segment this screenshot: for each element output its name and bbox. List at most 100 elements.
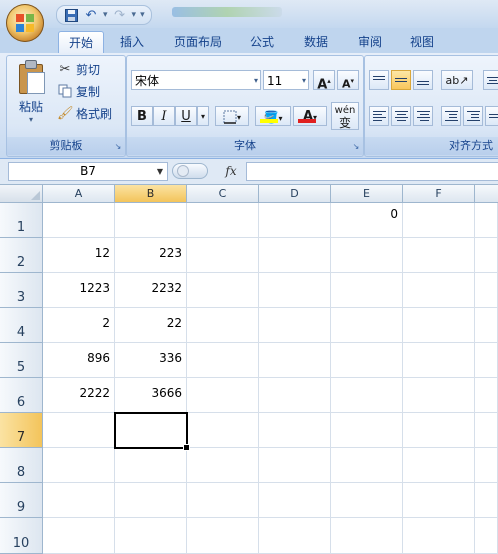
cell-d2[interactable] [259, 238, 331, 273]
cell-g2[interactable] [475, 238, 498, 273]
cell-a3[interactable]: 1223 [43, 273, 115, 308]
cell-f10[interactable] [403, 518, 475, 554]
column-header-e[interactable]: E [331, 185, 403, 203]
formula-cancel-button[interactable] [172, 163, 208, 179]
cell-c10[interactable] [187, 518, 259, 554]
save-icon[interactable] [63, 7, 79, 23]
cell-d5[interactable] [259, 343, 331, 378]
cell-c5[interactable] [187, 343, 259, 378]
cell-a5[interactable]: 896 [43, 343, 115, 378]
cell-d1[interactable] [259, 203, 331, 238]
cell-e8[interactable] [331, 448, 403, 483]
cell-e7[interactable] [331, 413, 403, 448]
cell-f8[interactable] [403, 448, 475, 483]
undo-icon[interactable]: ↶ [83, 7, 99, 23]
cell-b10[interactable] [115, 518, 187, 554]
redo-dropdown-icon[interactable]: ▾ [132, 10, 137, 20]
underline-button[interactable]: U [175, 106, 197, 126]
merge-center-button[interactable] [485, 106, 498, 126]
formula-input[interactable] [246, 162, 498, 181]
cell-g3[interactable] [475, 273, 498, 308]
column-header-c[interactable]: C [187, 185, 259, 203]
cell-c9[interactable] [187, 483, 259, 518]
cell-c8[interactable] [187, 448, 259, 483]
format-painter-button[interactable]: 🖌 格式刷 [57, 104, 112, 124]
cell-g4[interactable] [475, 308, 498, 343]
tab-data[interactable]: 数据 [296, 31, 336, 53]
cell-c1[interactable] [187, 203, 259, 238]
undo-dropdown-icon[interactable]: ▾ [103, 10, 108, 20]
cell-c7[interactable] [187, 413, 259, 448]
column-header-d[interactable]: D [259, 185, 331, 203]
cell-c6[interactable] [187, 378, 259, 413]
cell-a9[interactable] [43, 483, 115, 518]
cell-a7[interactable] [43, 413, 115, 448]
underline-dropdown-icon[interactable]: ▾ [197, 106, 209, 126]
cell-a6[interactable]: 2222 [43, 378, 115, 413]
grow-font-button[interactable]: A▴ [313, 70, 335, 92]
border-button[interactable]: ▾ [215, 106, 249, 126]
cell-d10[interactable] [259, 518, 331, 554]
cell-e2[interactable] [331, 238, 403, 273]
cell-a10[interactable] [43, 518, 115, 554]
cell-f6[interactable] [403, 378, 475, 413]
fill-color-button[interactable]: 🪣▾ [255, 106, 291, 126]
column-header-g[interactable] [475, 185, 498, 203]
phonetic-guide-button[interactable]: wén 变 [331, 102, 359, 130]
cell-b9[interactable] [115, 483, 187, 518]
cell-b7[interactable] [115, 413, 187, 448]
shrink-font-button[interactable]: A▾ [337, 70, 359, 91]
align-middle-button[interactable] [391, 70, 411, 90]
decrease-indent-button[interactable] [441, 106, 461, 126]
cell-g1[interactable] [475, 203, 498, 238]
copy-button[interactable]: 复制 [57, 82, 100, 102]
cell-e1[interactable]: 0 [331, 203, 403, 238]
cell-e10[interactable] [331, 518, 403, 554]
row-header-1[interactable]: 1 [0, 203, 43, 238]
cell-c3[interactable] [187, 273, 259, 308]
insert-function-icon[interactable]: fx [220, 162, 242, 181]
row-header-6[interactable]: 6 [0, 378, 43, 413]
wrap-text-button[interactable] [483, 70, 498, 90]
row-header-9[interactable]: 9 [0, 483, 43, 518]
row-header-3[interactable]: 3 [0, 273, 43, 308]
italic-button[interactable]: I [153, 106, 175, 126]
cell-d4[interactable] [259, 308, 331, 343]
name-box[interactable]: B7 ▼ [8, 162, 168, 181]
cell-f4[interactable] [403, 308, 475, 343]
row-header-4[interactable]: 4 [0, 308, 43, 343]
customize-toolbar-icon[interactable]: ▾ [140, 10, 145, 20]
paste-dropdown-icon[interactable]: ▾ [11, 115, 51, 124]
paste-button[interactable]: 粘贴 ▾ [11, 60, 51, 132]
increase-indent-button[interactable] [463, 106, 483, 126]
column-header-a[interactable]: A [43, 185, 115, 203]
cell-g10[interactable] [475, 518, 498, 554]
cell-b2[interactable]: 223 [115, 238, 187, 273]
tab-formulas[interactable]: 公式 [242, 31, 282, 53]
align-top-button[interactable] [369, 70, 389, 90]
font-size-select[interactable]: 11 ▾ [263, 70, 309, 90]
cell-d7[interactable] [259, 413, 331, 448]
cell-g8[interactable] [475, 448, 498, 483]
cell-b5[interactable]: 336 [115, 343, 187, 378]
redo-icon[interactable]: ↷ [112, 7, 128, 23]
row-header-2[interactable]: 2 [0, 238, 43, 273]
cell-e4[interactable] [331, 308, 403, 343]
cell-b6[interactable]: 3666 [115, 378, 187, 413]
cell-d8[interactable] [259, 448, 331, 483]
cell-g6[interactable] [475, 378, 498, 413]
align-bottom-button[interactable] [413, 70, 433, 90]
cell-f1[interactable] [403, 203, 475, 238]
cell-a2[interactable]: 12 [43, 238, 115, 273]
tab-view[interactable]: 视图 [402, 31, 442, 53]
tab-insert[interactable]: 插入 [112, 31, 152, 53]
select-all-button[interactable] [0, 185, 43, 203]
cell-d9[interactable] [259, 483, 331, 518]
font-color-button[interactable]: A▾ [293, 106, 327, 126]
cell-d6[interactable] [259, 378, 331, 413]
cell-g5[interactable] [475, 343, 498, 378]
cell-f3[interactable] [403, 273, 475, 308]
font-name-select[interactable]: 宋体 ▾ [131, 70, 261, 90]
cell-f7[interactable] [403, 413, 475, 448]
align-center-button[interactable] [391, 106, 411, 126]
